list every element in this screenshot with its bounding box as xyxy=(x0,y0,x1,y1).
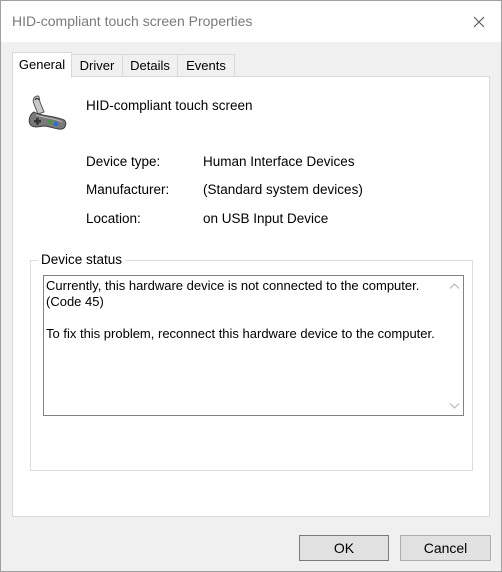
general-tab-panel: HID-compliant touch screen Device type: … xyxy=(12,76,490,517)
tab-details[interactable]: Details xyxy=(122,54,178,76)
status-scrollbar[interactable] xyxy=(446,276,463,415)
location-value: on USB Input Device xyxy=(203,211,329,226)
manufacturer-value: (Standard system devices) xyxy=(203,182,363,197)
manufacturer-label: Manufacturer: xyxy=(86,182,170,197)
cancel-button[interactable]: Cancel xyxy=(400,535,491,561)
tab-driver[interactable]: Driver xyxy=(71,54,123,76)
device-type-value: Human Interface Devices xyxy=(203,154,355,169)
tab-events[interactable]: Events xyxy=(177,54,235,76)
tab-general[interactable]: General xyxy=(12,52,72,78)
scroll-up-icon[interactable] xyxy=(449,282,460,290)
close-button[interactable] xyxy=(465,9,493,35)
device-status-title: Device status xyxy=(38,252,126,267)
close-icon xyxy=(473,16,485,28)
device-name: HID-compliant touch screen xyxy=(86,98,253,113)
device-status-text: Currently, this hardware device is not c… xyxy=(46,278,435,341)
ok-button[interactable]: OK xyxy=(299,535,389,561)
device-type-label: Device type: xyxy=(86,154,161,169)
device-status-group: Device status Currently, this hardware d… xyxy=(30,252,473,471)
scroll-down-icon[interactable] xyxy=(449,402,460,410)
title-bar: HID-compliant touch screen Properties xyxy=(1,1,501,42)
window-title: HID-compliant touch screen Properties xyxy=(12,13,253,29)
properties-dialog: HID-compliant touch screen Properties Ge… xyxy=(0,0,502,572)
game-controller-icon xyxy=(26,92,68,132)
device-status-textbox[interactable]: Currently, this hardware device is not c… xyxy=(43,275,464,416)
location-label: Location: xyxy=(86,211,141,226)
